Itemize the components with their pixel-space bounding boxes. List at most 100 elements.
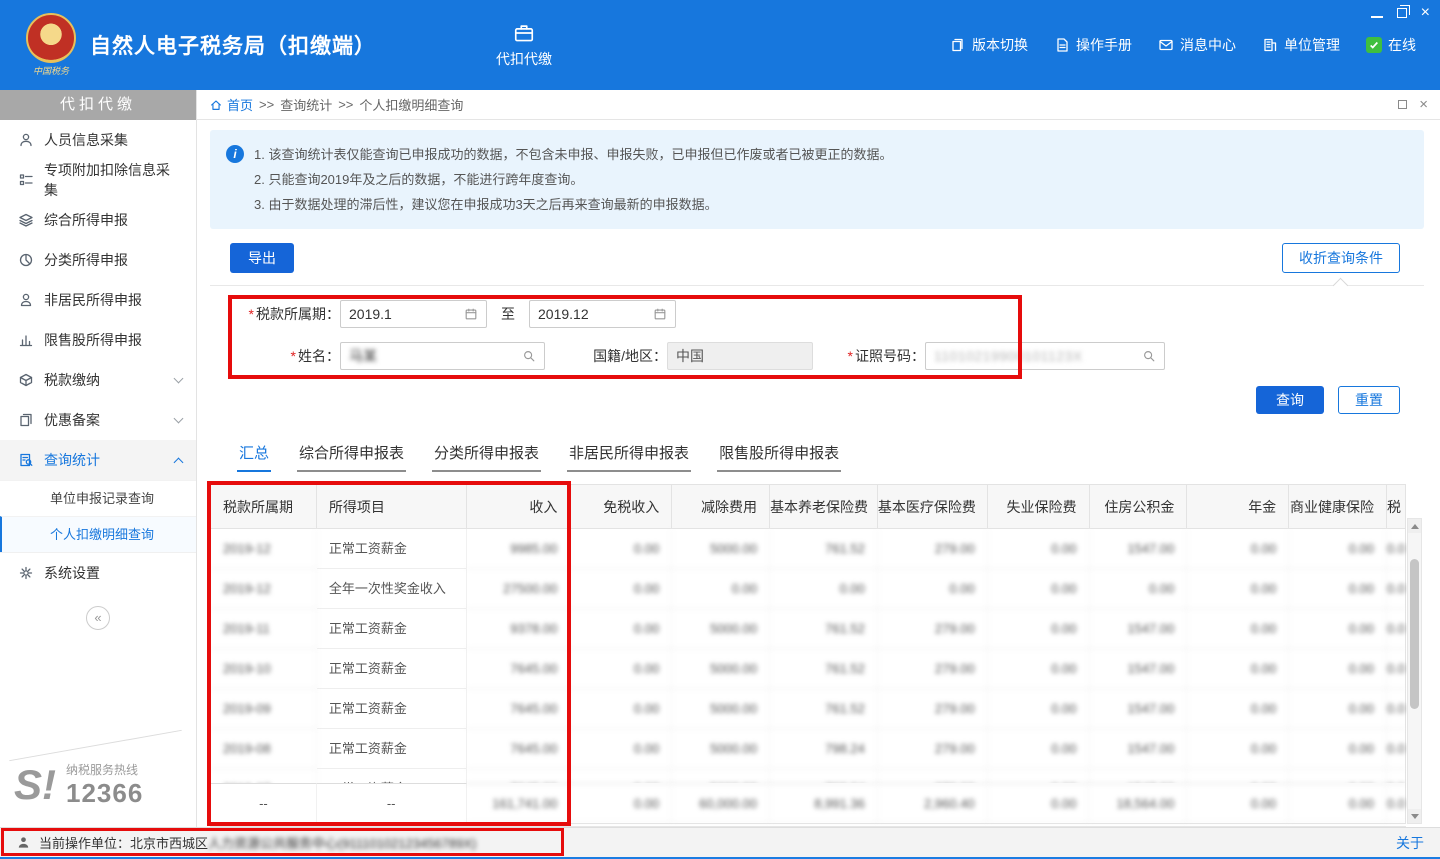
table-cell: 1547.00 (1090, 689, 1188, 729)
minimize-button[interactable] (1371, 16, 1383, 18)
table-cell: 全年一次性奖金收入 (317, 569, 467, 609)
table-cell: 0.00 (1387, 729, 1405, 769)
top-link-message-center[interactable]: 消息中心 (1158, 35, 1236, 55)
table-row[interactable]: 2019-11正常工资薪金9378.000.005000.00761.52279… (211, 609, 1405, 649)
sidebar-item-tax-payment[interactable]: 税款缴纳 (0, 360, 196, 400)
chevron-down-icon (174, 414, 184, 424)
hotline-block: S! 纳税服务热线 12366 (0, 751, 196, 827)
top-link-version-switch[interactable]: 版本切换 (950, 35, 1028, 55)
breadcrumb-page: 个人扣缴明细查询 (359, 95, 463, 114)
query-form: *税款所属期： 2019.1 至 2019.12 *姓名： 马某 (210, 285, 1424, 424)
module-tab-label: 代扣代缴 (496, 49, 552, 69)
top-link-online-status[interactable]: 在线 (1366, 35, 1416, 55)
region-input[interactable]: 中国 (667, 342, 813, 370)
name-input[interactable]: 马某 (340, 342, 545, 370)
table-cell: 0.00 (570, 609, 672, 649)
table-cell: 279.00 (878, 769, 988, 783)
table-cell: 5000.00 (672, 529, 770, 569)
table-cell: 798.24 (770, 769, 878, 783)
module-tab-withholding[interactable]: 代扣代缴 (496, 22, 552, 69)
breadcrumb: 首页 >> 查询统计 >> 个人扣缴明细查询 × (197, 90, 1440, 120)
sidebar-item-classified-income[interactable]: 分类所得申报 (0, 240, 196, 280)
period-start-value: 2019.1 (349, 306, 392, 322)
table-cell: 0.00 (1187, 689, 1289, 729)
table-cell: 18,564.00 (1089, 783, 1187, 823)
gear-icon (18, 565, 34, 581)
export-button[interactable]: 导出 (230, 243, 294, 273)
operating-unit-label: 当前操作单位： (39, 833, 130, 852)
about-link[interactable]: 关于 (1396, 833, 1424, 853)
vertical-scroll-thumb[interactable] (1410, 559, 1419, 709)
restore-button[interactable] (1397, 8, 1407, 18)
sidebar-collapse-button[interactable]: « (86, 606, 110, 630)
top-link-manual[interactable]: 操作手册 (1054, 35, 1132, 55)
sidebar-subitem-personal-withholding-detail-query[interactable]: 个人扣缴明细查询 (0, 516, 196, 552)
vertical-scrollbar[interactable] (1407, 518, 1422, 824)
period-end-input[interactable]: 2019.12 (529, 300, 676, 328)
table-cell: 0.00 (1090, 569, 1188, 609)
table-cell: 0.00 (1289, 783, 1387, 823)
table-cell: 0.00 (988, 689, 1090, 729)
table-cell: 0.00 (1387, 529, 1405, 569)
result-tab[interactable]: 限售股所得申报表 (717, 442, 841, 472)
panel-maximize-icon[interactable] (1398, 100, 1407, 109)
scroll-down-icon[interactable] (1408, 809, 1421, 823)
table-cell: 1547.00 (1090, 609, 1188, 649)
table-row[interactable]: 2019-10正常工资薪金7645.000.005000.00761.52279… (211, 649, 1405, 689)
sidebar-item-special-deduction[interactable]: 专项附加扣除信息采集 (0, 160, 196, 200)
table-cell: 0.00 (570, 729, 672, 769)
calendar-icon (464, 307, 478, 321)
top-link-label: 版本切换 (972, 35, 1028, 55)
window-controls: × (1371, 5, 1430, 21)
table-row-partial[interactable]: 2019-07正常工资薪金7645.000.005000.00798.24279… (211, 769, 1405, 783)
breadcrumb-actions: × (1398, 99, 1428, 111)
region-label: 国籍/地区： (571, 346, 667, 366)
tax-bureau-logo: 中国税务 (26, 13, 76, 77)
id-number-input[interactable]: 11010219900101123X (925, 342, 1165, 370)
building-icon (1262, 37, 1278, 53)
table-cell: 0.00 (1387, 769, 1405, 783)
search-button[interactable]: 查询 (1256, 386, 1324, 414)
sidebar-subitem-unit-declaration-query[interactable]: 单位申报记录查询 (0, 480, 196, 516)
scroll-up-icon[interactable] (1408, 519, 1421, 533)
period-start-input[interactable]: 2019.1 (340, 300, 487, 328)
result-tab[interactable]: 分类所得申报表 (432, 442, 541, 472)
sidebar-item-comprehensive-income[interactable]: 综合所得申报 (0, 200, 196, 240)
search-icon (1142, 349, 1156, 363)
breadcrumb-home-label: 首页 (227, 95, 253, 114)
sidebar-item-restricted-stock[interactable]: 限售股所得申报 (0, 320, 196, 360)
table-row[interactable]: 2019-09正常工资薪金7645.000.005000.00761.52279… (211, 689, 1405, 729)
result-tab[interactable]: 非居民所得申报表 (567, 442, 691, 472)
sidebar: 代扣代缴 人员信息采集 专项附加扣除信息采集 综合所得申报 分类所得申报 非居民… (0, 90, 197, 827)
table-cell: 7645.00 (467, 649, 571, 689)
close-button[interactable]: × (1421, 6, 1430, 20)
table-cell: 0.00 (1289, 729, 1387, 769)
column-header: 失业保险费 (988, 485, 1090, 529)
sidebar-item-query-statistics[interactable]: 查询统计 (0, 440, 196, 480)
breadcrumb-home[interactable]: 首页 (209, 95, 253, 114)
sidebar-item-system-settings[interactable]: 系统设置 (0, 552, 196, 592)
panel-close-icon[interactable]: × (1419, 99, 1428, 111)
notice-line: 1. 该查询统计表仅能查询已申报成功的数据，不包含未申报、申报失败，已申报但已作… (254, 142, 892, 167)
result-tab[interactable]: 汇总 (237, 442, 271, 472)
table-total-row[interactable]: ----161,741.000.0060,000.008,991.362,960… (211, 783, 1405, 823)
top-link-org-management[interactable]: 单位管理 (1262, 35, 1340, 55)
table-cell: 0.00 (1289, 609, 1387, 649)
table-cell: 2019-11 (211, 609, 317, 649)
sidebar-item-preferential-filing[interactable]: 优惠备案 (0, 400, 196, 440)
table-cell: 279.00 (878, 649, 988, 689)
table-row[interactable]: 2019-12正常工资薪金9985.000.005000.00761.52279… (211, 529, 1405, 569)
user-icon (18, 292, 34, 308)
table-cell: 0.00 (570, 769, 672, 783)
reset-button[interactable]: 重置 (1338, 386, 1400, 414)
sidebar-item-label: 分类所得申报 (44, 250, 128, 270)
name-value: 马某 (349, 346, 377, 366)
table-cell: 0.00 (570, 529, 672, 569)
sidebar-item-personnel-info[interactable]: 人员信息采集 (0, 120, 196, 160)
id-number-value: 11010219900101123X (934, 348, 1083, 364)
collapse-query-button[interactable]: 收折查询条件 (1282, 243, 1400, 273)
table-row[interactable]: 2019-12全年一次性奖金收入27500.000.000.000.000.00… (211, 569, 1405, 609)
table-row[interactable]: 2019-08正常工资薪金7645.000.005000.00798.24279… (211, 729, 1405, 769)
result-tab[interactable]: 综合所得申报表 (297, 442, 406, 472)
sidebar-item-nonresident-income[interactable]: 非居民所得申报 (0, 280, 196, 320)
